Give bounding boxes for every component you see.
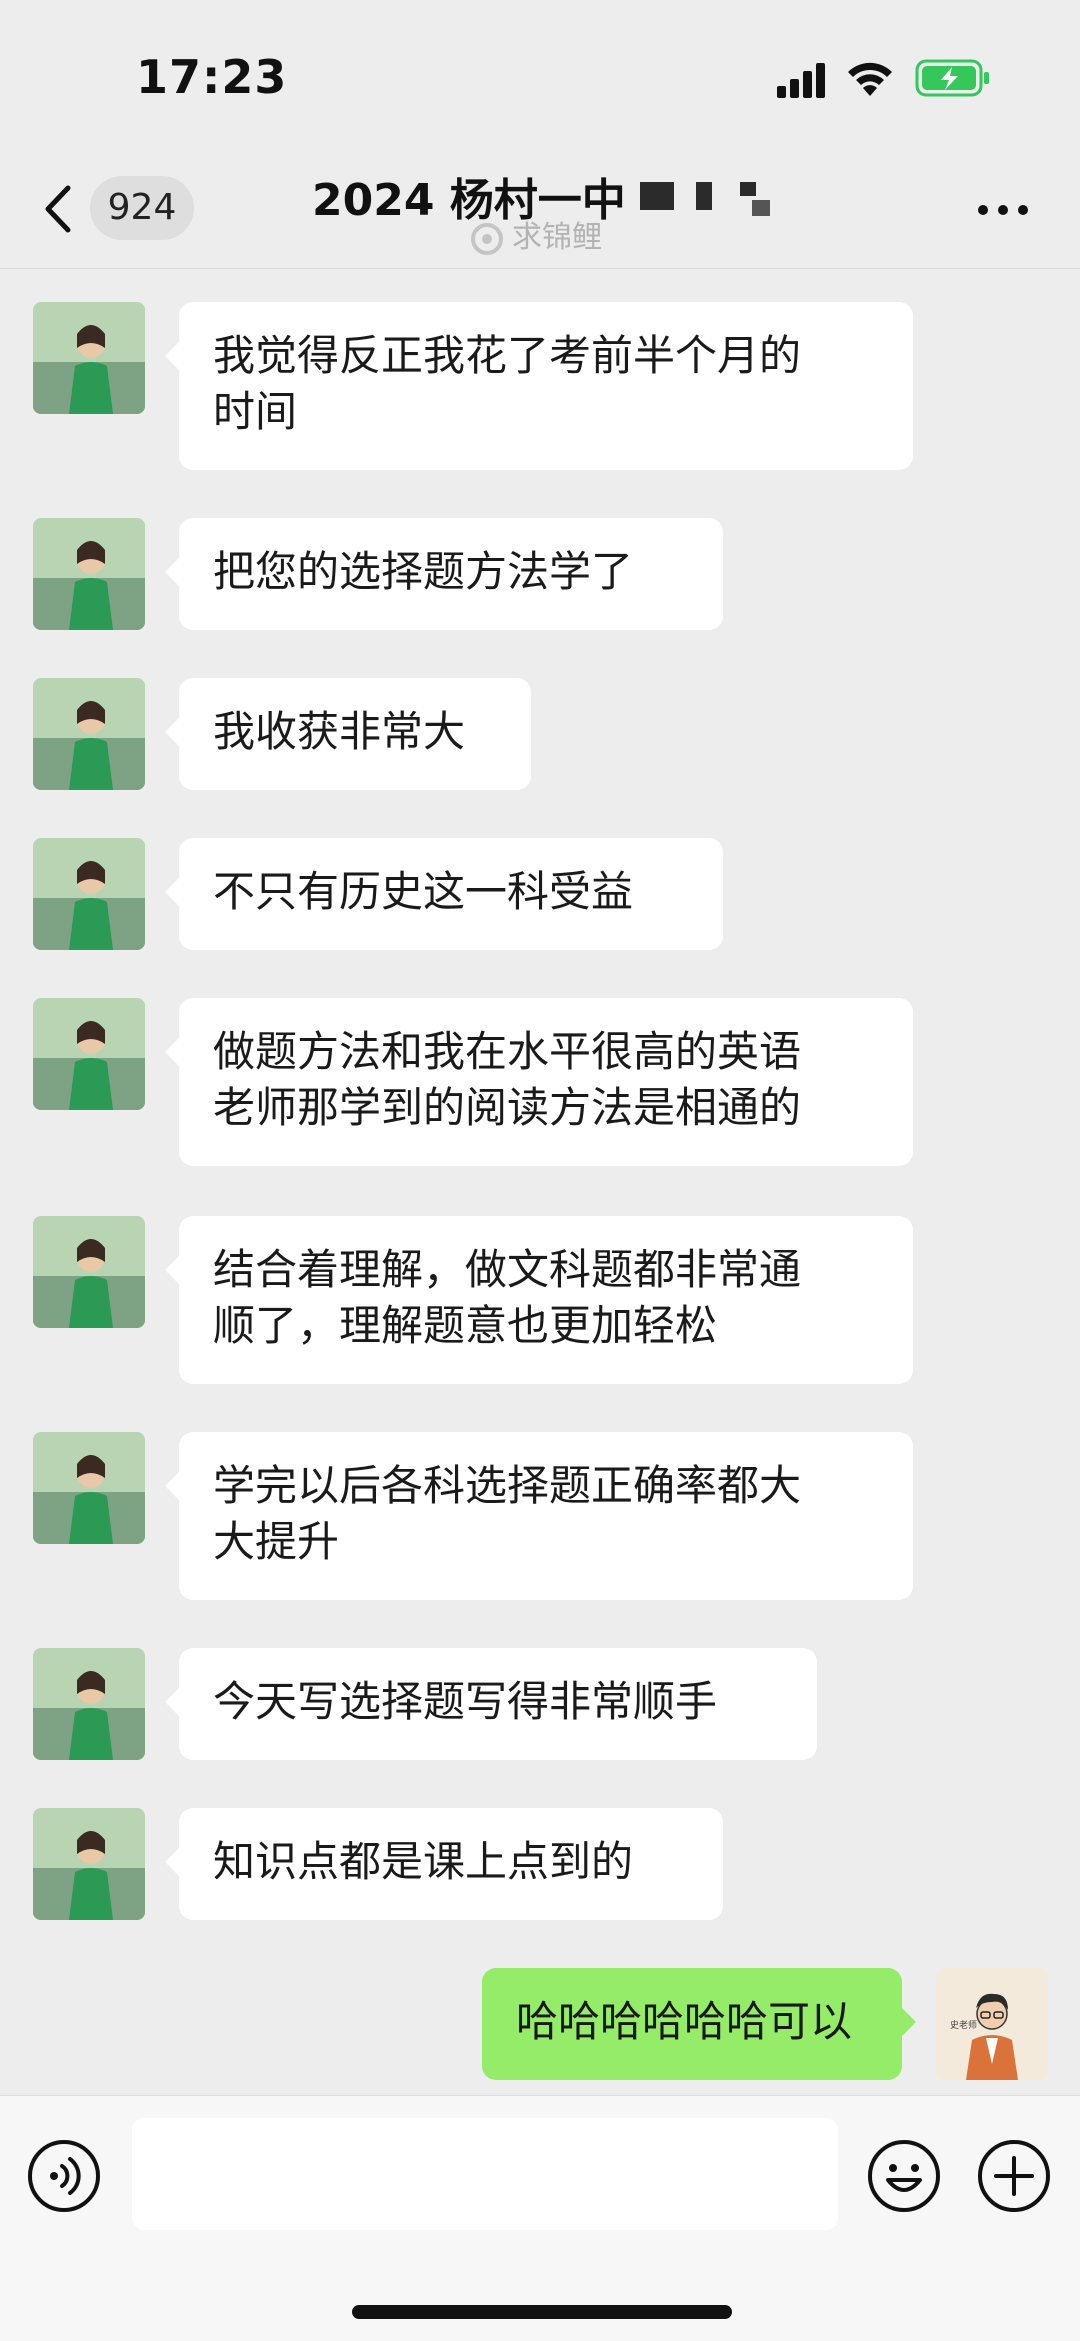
message-bubble[interactable]: 不只有历史这一科受益 — [165, 838, 723, 950]
contact-avatar[interactable] — [33, 1648, 145, 1760]
redaction-mark — [696, 182, 712, 210]
contact-avatar[interactable] — [33, 678, 145, 790]
input-bar — [0, 2095, 1080, 2341]
message-bubble[interactable]: 把您的选择题方法学了 — [165, 518, 723, 630]
signal-icon — [777, 63, 825, 98]
emoji-icon[interactable] — [866, 2138, 942, 2214]
message-bubble[interactable]: 做题方法和我在水平很高的英语 老师那学到的阅读方法是相通的 — [165, 998, 913, 1166]
watermark: 求锦鲤 — [470, 218, 602, 258]
wifi-icon — [848, 62, 892, 96]
contact-avatar[interactable] — [33, 1808, 145, 1920]
message-bubble[interactable]: 结合着理解，做文科题都非常通 顺了，理解题意也更加轻松 — [165, 1216, 913, 1384]
chevron-left-icon[interactable] — [40, 182, 76, 236]
contact-avatar[interactable] — [33, 1432, 145, 1544]
my-avatar[interactable]: 史老师 — [936, 1968, 1048, 2080]
message-bubble[interactable]: 学完以后各科选择题正确率都大 大提升 — [165, 1432, 913, 1600]
chat-screen: 17:23 924 2024 杨村一中 求锦鲤 我觉得反正我花了考前半个月的 时… — [0, 0, 1080, 2341]
status-time: 17:23 — [136, 50, 288, 104]
plus-icon[interactable] — [976, 2138, 1052, 2214]
watermark-logo-icon — [471, 222, 503, 255]
redaction-mark — [740, 182, 756, 196]
message-bubble[interactable]: 我觉得反正我花了考前半个月的 时间 — [165, 302, 913, 470]
redaction-mark — [752, 200, 770, 216]
chat-header: 924 2024 杨村一中 求锦鲤 — [0, 150, 1080, 269]
message-bubble[interactable]: 今天写选择题写得非常顺手 — [165, 1648, 817, 1760]
my-message-bubble[interactable]: 哈哈哈哈哈哈可以 — [482, 1968, 916, 2080]
contact-avatar[interactable] — [33, 1216, 145, 1328]
home-indicator[interactable] — [352, 2305, 732, 2319]
more-icon[interactable] — [976, 202, 1030, 218]
message-bubble[interactable]: 知识点都是课上点到的 — [165, 1808, 723, 1920]
voice-icon[interactable] — [26, 2138, 102, 2214]
status-bar: 17:23 — [0, 0, 1080, 150]
contact-avatar[interactable] — [33, 838, 145, 950]
redaction-mark — [640, 182, 674, 210]
contact-avatar[interactable] — [33, 302, 145, 414]
battery-charging-icon — [915, 59, 989, 97]
my-avatar-label: 史老师 — [950, 2019, 977, 2031]
watermark-text: 求锦鲤 — [512, 220, 602, 255]
unread-count-badge[interactable]: 924 — [90, 176, 194, 240]
message-input[interactable] — [132, 2118, 838, 2230]
contact-avatar[interactable] — [33, 518, 145, 630]
contact-avatar[interactable] — [33, 998, 145, 1110]
message-bubble[interactable]: 我收获非常大 — [165, 678, 531, 790]
